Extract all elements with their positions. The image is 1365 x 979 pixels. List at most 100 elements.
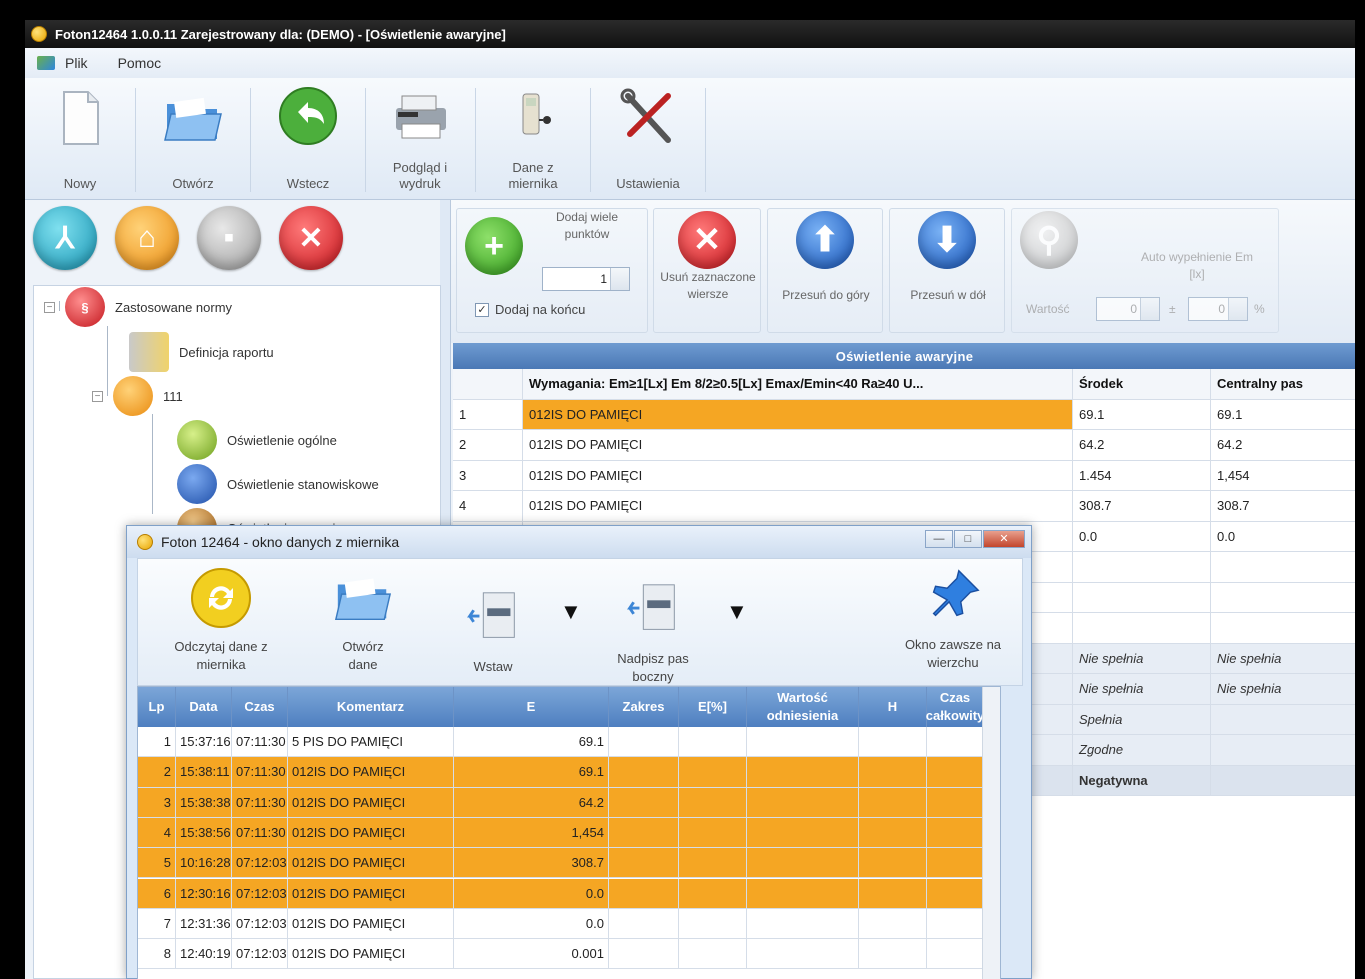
append-checkbox[interactable]: ✓ xyxy=(475,303,489,317)
ribbon-separator xyxy=(475,88,476,192)
move-up-button[interactable]: ⬆ Przesuń do góry xyxy=(767,208,883,333)
move-down-button[interactable]: ⬇ Przesuń w dół xyxy=(889,208,1005,333)
collapse-icon[interactable]: − xyxy=(44,301,55,313)
ribbon-separator xyxy=(590,88,591,192)
table-row[interactable]: 1 15:37:16 07:11:30 5 PIS DO PAMIĘCI 69.1 xyxy=(138,727,1000,758)
table-row[interactable]: 3 012IS DO PAMIĘCI 1.454 1,454 xyxy=(453,460,1355,491)
center-value: 64.2 xyxy=(1073,430,1211,460)
minimize-button[interactable]: — xyxy=(925,530,953,548)
central-strip-header[interactable]: Centralny pas xyxy=(1211,369,1355,399)
always-on-top-button[interactable]: Okno zawsze na wierzchu xyxy=(898,565,1008,672)
read-meter-button[interactable]: Odczytaj dane z miernika xyxy=(156,567,286,674)
table-row[interactable]: 1 012IS DO PAMIĘCI 69.1 69.1 xyxy=(453,399,1355,430)
count-spinner[interactable]: 1 xyxy=(542,267,630,291)
open-button[interactable]: Otwórz xyxy=(143,84,243,196)
globe-icon xyxy=(177,464,217,504)
row-e-percent xyxy=(679,908,747,939)
row-range xyxy=(609,878,679,908)
open-data-button[interactable]: Otwórz dane xyxy=(323,567,403,674)
table-row[interactable]: 4 15:38:56 07:11:30 012IS DO PAMIĘCI 1,454 xyxy=(138,817,1000,849)
delete-rows-button[interactable]: ✕ Usuń zaznaczone wiersze xyxy=(653,208,761,333)
row-total-time xyxy=(927,848,984,878)
row-index: 8 xyxy=(138,939,176,969)
row-e-value: 0.0 xyxy=(454,878,609,908)
append-label: Dodaj na końcu xyxy=(495,302,586,317)
row-reference xyxy=(747,817,859,848)
tree-icon[interactable]: ⅄ xyxy=(33,206,97,270)
table-row[interactable]: 4 012IS DO PAMIĘCI 308.7 308.7 xyxy=(453,491,1355,522)
table-row[interactable]: 2 012IS DO PAMIĘCI 64.2 64.2 xyxy=(453,430,1355,461)
disk-icon[interactable]: ▪ xyxy=(197,206,261,270)
wrench-icon[interactable]: ⚲ xyxy=(1020,211,1078,269)
app-menu-icon[interactable] xyxy=(37,56,55,70)
close-button[interactable]: ✕ xyxy=(983,530,1025,548)
row-e-value: 69.1 xyxy=(454,757,609,787)
tree-node-workplace[interactable]: Oświetlenie stanowiskowe xyxy=(177,464,379,504)
back-arrow-icon xyxy=(279,87,337,145)
central-strip-value xyxy=(1211,735,1355,765)
row-h xyxy=(859,848,927,878)
row-time: 07:11:30 xyxy=(232,817,288,848)
row-total-time xyxy=(927,939,984,969)
row-e-value: 64.2 xyxy=(454,787,609,817)
overwrite-strip-button[interactable]: Nadpisz pas boczny xyxy=(603,579,703,686)
center-value xyxy=(1073,552,1211,582)
row-reference xyxy=(747,848,859,878)
add-group: + Dodaj wiele punktów 1 ✓ Dodaj na końcu xyxy=(456,208,648,333)
home-icon[interactable]: ⌂ xyxy=(115,206,179,270)
requirements-header[interactable]: Wymagania: Em≥1[Lx] Em 8/2≥0.5[Lx] Emax/… xyxy=(523,369,1073,399)
row-range xyxy=(609,727,679,757)
row-number: 1 xyxy=(453,399,523,429)
settings-button[interactable]: Ustawienia xyxy=(598,84,698,196)
row-index: 2 xyxy=(138,757,176,787)
menu-bar: Plik Pomoc xyxy=(25,48,1355,78)
row-e-percent xyxy=(679,787,747,817)
central-strip-value xyxy=(1211,705,1355,735)
new-button[interactable]: Nowy xyxy=(30,84,130,196)
central-strip-value: 69.1 xyxy=(1211,400,1355,430)
central-strip-value: 0.0 xyxy=(1211,522,1355,552)
tree-node-111[interactable]: − 111 xyxy=(92,376,183,416)
table-row[interactable]: 3 15:38:38 07:11:30 012IS DO PAMIĘCI 64.2 xyxy=(138,787,1000,818)
add-icon[interactable]: + xyxy=(465,217,523,275)
row-index: 6 xyxy=(138,878,176,908)
row-index: 7 xyxy=(138,908,176,939)
table-row[interactable]: 7 12:31:36 07:12:03 012IS DO PAMIĘCI 0.0 xyxy=(138,908,1000,940)
table-row[interactable]: 6 12:30:16 07:12:03 012IS DO PAMIĘCI 0.0 xyxy=(138,878,1000,909)
value-from-spinner[interactable]: 0 xyxy=(1096,297,1160,321)
row-e-percent xyxy=(679,878,747,908)
window-title: Foton12464 1.0.0.11 Zarejestrowany dla: … xyxy=(55,26,506,42)
center-header[interactable]: Środek xyxy=(1073,369,1211,399)
menu-file[interactable]: Plik xyxy=(65,55,88,71)
print-preview-button[interactable]: Podgląd i wydruk xyxy=(370,84,470,196)
title-bar: Foton12464 1.0.0.11 Zarejestrowany dla: … xyxy=(25,20,1355,48)
central-strip-value: Nie spełnia xyxy=(1211,674,1355,704)
table-row[interactable]: 8 12:40:19 07:12:03 012IS DO PAMIĘCI 0.001 xyxy=(138,939,1000,970)
menu-help[interactable]: Pomoc xyxy=(118,55,162,71)
insert-button[interactable]: Wstaw xyxy=(448,587,538,676)
tree-node-report[interactable]: Definicja raportu xyxy=(129,332,274,372)
add-many-label: Dodaj wiele punktów xyxy=(555,210,619,241)
collapse-icon[interactable]: − xyxy=(92,390,103,402)
table-row[interactable]: 5 10:16:28 07:12:03 012IS DO PAMIĘCI 308.7 xyxy=(138,848,1000,879)
tree-node-general[interactable]: Oświetlenie ogólne xyxy=(177,420,337,460)
table-row[interactable]: 2 15:38:11 07:11:30 012IS DO PAMIĘCI 69.1 xyxy=(138,757,1000,788)
tree-node-norms[interactable]: − § Zastosowane normy xyxy=(44,287,232,327)
ribbon-separator xyxy=(705,88,706,192)
row-range xyxy=(609,848,679,878)
row-e-percent xyxy=(679,727,747,757)
central-strip-value: Nie spełnia xyxy=(1211,644,1355,674)
row-description: 012IS DO PAMIĘCI xyxy=(523,430,1073,460)
close-icon[interactable]: ✕ xyxy=(279,206,343,270)
insert-dropdown-arrow[interactable]: ▼ xyxy=(560,599,582,625)
meter-data-button[interactable]: Dane z miernika xyxy=(483,84,583,196)
center-value: Zgodne xyxy=(1073,735,1211,765)
readings-scrollbar[interactable] xyxy=(982,687,1000,979)
app-window: Foton12464 1.0.0.11 Zarejestrowany dla: … xyxy=(25,20,1355,979)
value-to-spinner[interactable]: 0 xyxy=(1188,297,1248,321)
row-comment: 012IS DO PAMIĘCI xyxy=(288,757,454,787)
back-button[interactable]: Wstecz xyxy=(258,84,358,196)
maximize-button[interactable]: □ xyxy=(954,530,982,548)
row-comment: 012IS DO PAMIĘCI xyxy=(288,908,454,939)
overwrite-dropdown-arrow[interactable]: ▼ xyxy=(726,599,748,625)
